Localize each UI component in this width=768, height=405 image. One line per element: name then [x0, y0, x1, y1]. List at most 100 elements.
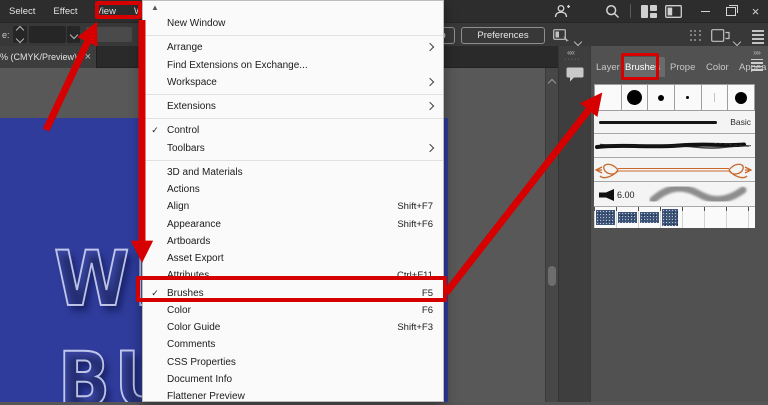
panel-tab-layer[interactable]: Layer — [594, 57, 620, 77]
menu-item-css-properties[interactable]: CSS Properties — [143, 354, 443, 371]
menu-scroll-up-icon[interactable]: ▲ — [151, 3, 159, 12]
menu-item-label: Document Info — [167, 374, 232, 385]
document-close-icon[interactable]: × — [80, 51, 96, 63]
menu-item-shortcut: Shift+F7 — [397, 201, 433, 212]
menu-item-actions[interactable]: Actions — [143, 181, 443, 198]
calligraphic-brush-row[interactable]: 6.00 — [594, 182, 755, 207]
menu-item-toolbars[interactable]: Toolbars — [143, 140, 443, 157]
brush-swatch-2[interactable] — [648, 84, 675, 111]
menu-item-label: Align — [167, 201, 189, 212]
submenu-arrow-icon — [427, 143, 433, 154]
panel-tab-brushes[interactable]: Brushes — [623, 57, 665, 77]
basic-brush-stroke — [599, 121, 717, 124]
menu-separator — [143, 32, 443, 39]
menu-item-flattener-preview[interactable]: Flattener Preview — [143, 388, 443, 405]
restore-button[interactable] — [718, 0, 743, 22]
panel-tab-prope[interactable]: Prope — [668, 57, 701, 77]
list-view-icon[interactable] — [752, 30, 764, 44]
pattern-tile-tick — [726, 207, 727, 211]
grid-icon[interactable] — [690, 30, 701, 41]
menu-item-document-info[interactable]: Document Info — [143, 371, 443, 388]
menu-item-label: Actions — [167, 184, 200, 195]
layout-dashboard-icon[interactable] — [637, 0, 661, 22]
menu-item-shortcut: F5 — [422, 288, 433, 299]
value-field[interactable] — [29, 26, 66, 43]
brush-swatch-3[interactable] — [675, 84, 702, 111]
layout-panel-icon[interactable] — [661, 0, 685, 22]
control-bar-widget[interactable] — [86, 27, 132, 42]
panel-menu-icon[interactable] — [751, 59, 763, 71]
menu-item-workspace[interactable]: Workspace — [143, 74, 443, 91]
menubar-item-view[interactable]: View — [87, 0, 125, 22]
arrow-brush-stroke — [594, 158, 753, 182]
canvas-vertical-scrollbar[interactable] — [545, 68, 558, 402]
menu-item-new-window[interactable]: New Window — [143, 15, 443, 32]
menu-item-align[interactable]: Align Shift+F7 — [143, 198, 443, 215]
menu-item-asset-export[interactable]: Asset Export — [143, 250, 443, 267]
menu-separator — [143, 157, 443, 164]
menu-item-appearance[interactable]: AppearanceShift+F6 — [143, 216, 443, 233]
menu-item-comments[interactable]: Comments — [143, 336, 443, 353]
menu-item-attributes[interactable]: AttributesCtrl+F11 — [143, 267, 443, 284]
brush-swatch-4[interactable] — [702, 84, 729, 111]
menu-separator — [143, 115, 443, 122]
panel-tab-color[interactable]: Color — [704, 57, 734, 77]
menu-item-find-extensions-on-exchange-[interactable]: Find Extensions on Exchange... — [143, 57, 443, 74]
menu-item-control[interactable]: ✓Control — [143, 122, 443, 139]
comments-panel-icon[interactable] — [562, 61, 588, 87]
scrollbar-thumb[interactable] — [548, 266, 556, 286]
menu-item-artboards[interactable]: Artboards — [143, 233, 443, 250]
brush-swatch-5[interactable] — [728, 84, 755, 111]
menu-item-shortcut: Ctrl+F11 — [397, 270, 433, 281]
pattern-brush-row[interactable] — [594, 207, 755, 228]
menu-item-shortcut: Shift+F3 — [397, 322, 433, 333]
minimize-button[interactable] — [693, 0, 718, 22]
brush-swatch-0[interactable] — [594, 84, 622, 111]
menu-separator — [143, 91, 443, 98]
charcoal-brush-stroke — [594, 134, 753, 158]
menu-item-shortcut: F6 — [422, 305, 433, 316]
menubar-item-select[interactable]: Select — [0, 0, 44, 22]
brushes-panel: »» LayerBrushesPropeColorAppea Basic — [590, 46, 768, 402]
menu-item-label: Arrange — [167, 42, 203, 53]
menu-item-label: Color — [167, 305, 191, 316]
scrollbar-up-icon[interactable] — [549, 73, 555, 91]
pattern-brush-tile — [618, 212, 637, 223]
menu-item-label: Asset Export — [167, 253, 224, 264]
search-icon[interactable] — [600, 0, 624, 22]
menu-item-label: Flattener Preview — [167, 391, 245, 402]
pattern-tile-tick — [616, 207, 617, 211]
pattern-tile-tick — [638, 207, 639, 211]
window-menu-list: New Window Arrange Find Extensions on Exch… — [143, 15, 443, 405]
menu-item-label: Find Extensions on Exchange... — [167, 60, 308, 71]
thin-brush-line — [714, 93, 715, 102]
close-button[interactable]: × — [743, 0, 768, 22]
basic-brush-row[interactable]: Basic — [594, 111, 755, 134]
menu-item-extensions[interactable]: Extensions — [143, 98, 443, 115]
account-share-icon[interactable] — [550, 0, 574, 22]
menu-item-arrange[interactable]: Arrange — [143, 39, 443, 56]
menu-item-color-guide[interactable]: Color Guide Shift+F3 — [143, 319, 443, 336]
wavy-brush-stroke — [649, 182, 749, 207]
value-stepper[interactable] — [13, 26, 27, 43]
menu-item-label: Color Guide — [167, 322, 220, 333]
arrange-documents-icon[interactable] — [711, 29, 730, 47]
preferences-button[interactable]: Preferences — [461, 27, 545, 44]
dropdown-chevron-icon[interactable] — [67, 26, 80, 43]
workspace-icon[interactable] — [553, 29, 570, 47]
menu-item-color[interactable]: Color F6 — [143, 302, 443, 319]
submenu-arrow-icon — [427, 77, 433, 88]
menubar-item-effect[interactable]: Effect — [44, 0, 86, 22]
charcoal-brush-row[interactable] — [594, 134, 755, 158]
submenu-arrow-icon — [427, 101, 433, 112]
menu-item-label: Extensions — [167, 101, 216, 112]
pattern-tile-tick — [682, 207, 683, 211]
round-brush-dot — [658, 95, 664, 101]
checkmark-icon: ✓ — [143, 288, 167, 299]
menu-item-brushes[interactable]: ✓BrushesF5 — [143, 285, 443, 302]
brush-swatch-1[interactable] — [622, 84, 649, 111]
menu-item-3d-and-materials[interactable]: 3D and Materials — [143, 164, 443, 181]
pattern-tile-tick — [704, 207, 705, 211]
document-tab[interactable]: % (CMYK/Preview) × — [0, 46, 97, 68]
arrow-brush-row[interactable] — [594, 158, 755, 182]
